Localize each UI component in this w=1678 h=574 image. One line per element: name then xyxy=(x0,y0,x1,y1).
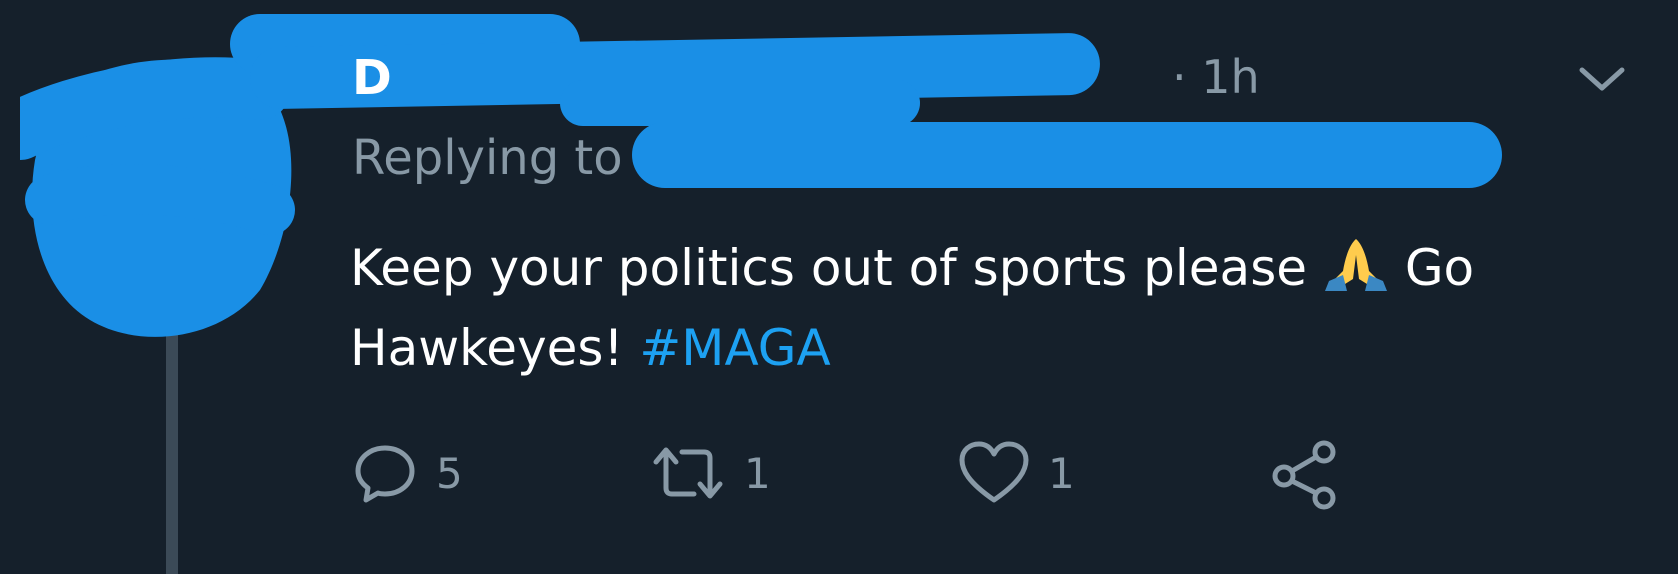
retweet-icon xyxy=(653,447,723,499)
tweet-actions: 5 1 1 xyxy=(352,440,1452,520)
reply-count: 5 xyxy=(436,448,463,498)
share-button[interactable] xyxy=(1270,440,1340,510)
retweet-button[interactable]: 1 xyxy=(650,440,771,506)
tweet-card[interactable]: D · 1h Replying to Keep your politics ou… xyxy=(0,0,1678,574)
tweet-text: Keep your politics out of sports please … xyxy=(350,228,1640,388)
share-icon xyxy=(1272,440,1336,510)
reply-button[interactable]: 5 xyxy=(352,440,463,506)
hashtag-link[interactable]: #MAGA xyxy=(639,319,830,377)
thread-line xyxy=(166,330,178,574)
folded-hands-icon xyxy=(1324,239,1387,291)
like-count: 1 xyxy=(1048,448,1075,498)
redaction-replying-handle xyxy=(632,122,1502,188)
chevron-down-icon[interactable] xyxy=(1572,58,1632,98)
like-button[interactable]: 1 xyxy=(958,440,1075,506)
display-name[interactable]: D xyxy=(352,50,393,106)
replying-to-label: Replying to xyxy=(352,130,623,186)
like-icon xyxy=(959,441,1029,503)
tweet-header: D · 1h xyxy=(352,48,1625,108)
retweet-count: 1 xyxy=(744,448,771,498)
tweet-text-main: Keep your politics out of sports please xyxy=(350,239,1308,297)
timestamp[interactable]: · 1h xyxy=(1172,50,1260,104)
reply-icon xyxy=(355,445,415,503)
